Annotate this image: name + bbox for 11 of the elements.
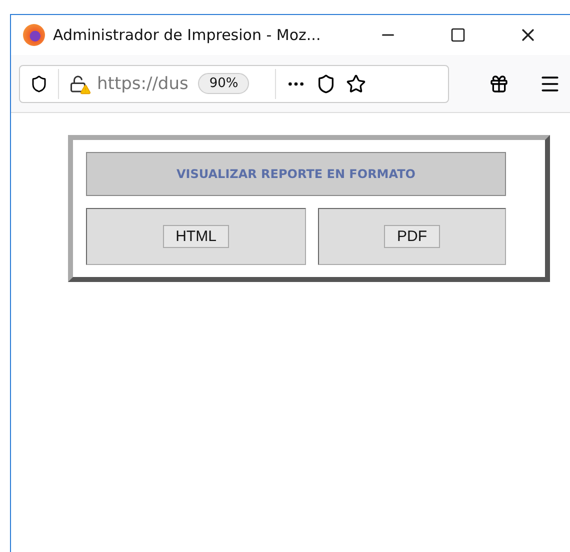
report-heading: VISUALIZAR REPORTE EN FORMATO — [86, 152, 506, 196]
zoom-level[interactable]: 90% — [198, 73, 250, 94]
maximize-icon[interactable] — [450, 27, 466, 43]
gift-icon[interactable] — [489, 74, 509, 94]
window-title: Administrador de Impresion - Moz... — [53, 26, 322, 44]
format-button[interactable]: HTML — [162, 225, 230, 248]
shield-icon[interactable] — [30, 74, 48, 92]
format-button[interactable]: PDF — [384, 225, 440, 248]
star-icon[interactable] — [346, 74, 366, 94]
url-text: https://dus — [97, 74, 188, 94]
browser-logo-icon — [23, 24, 45, 46]
